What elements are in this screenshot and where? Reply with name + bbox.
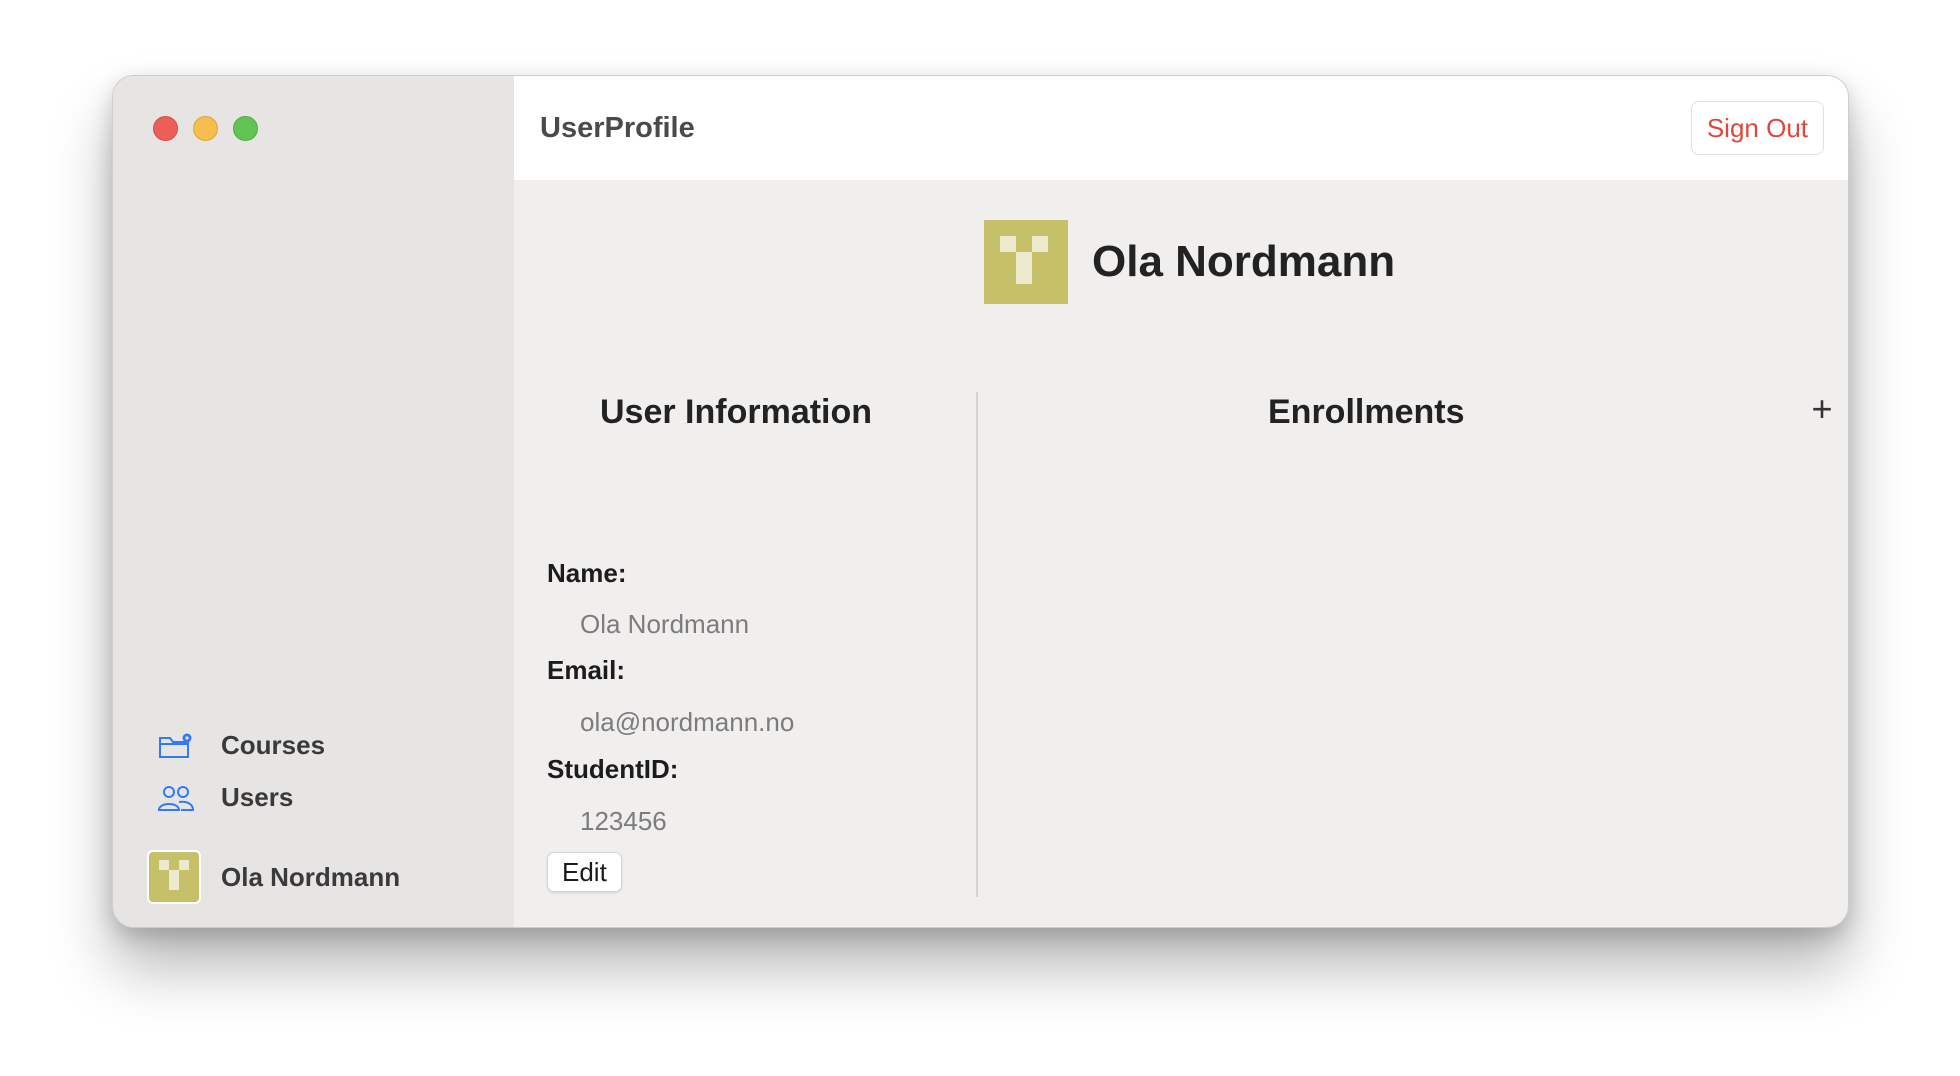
name-value: Ola Nordmann (580, 609, 750, 639)
enrollments-heading: Enrollments (1268, 393, 1465, 431)
profile-header: Ola Nordmann (984, 220, 1395, 304)
window-title: UserProfile (540, 112, 695, 144)
minimize-window-button[interactable] (193, 116, 218, 141)
sidebar-item-users[interactable]: Users (157, 782, 293, 813)
sidebar: Courses Users Ola Nordmann (113, 76, 514, 927)
sign-out-button[interactable]: Sign Out (1690, 101, 1824, 155)
email-value: ola@nordmann.no (580, 707, 795, 737)
window-controls (153, 116, 258, 141)
student-id-label: StudentID: (547, 754, 679, 784)
folder-gear-icon (159, 733, 192, 758)
column-divider (976, 392, 978, 897)
avatar (984, 220, 1068, 304)
app-window: Courses Users Ola Nordmann UserProfile S… (112, 75, 1849, 928)
sidebar-item-label: Users (221, 782, 294, 812)
main-content: Ola Nordmann User Information Enrollment… (514, 180, 1848, 927)
edit-button[interactable]: Edit (547, 852, 622, 892)
sidebar-profile[interactable]: Ola Nordmann (147, 850, 400, 904)
sidebar-profile-name: Ola Nordmann (221, 861, 401, 892)
add-enrollment-button[interactable]: + (1804, 389, 1840, 429)
sidebar-item-label: Courses (221, 730, 326, 760)
student-id-value: 123456 (580, 806, 667, 836)
close-window-button[interactable] (153, 116, 178, 141)
name-label: Name: (547, 558, 627, 588)
avatar (147, 850, 201, 904)
zoom-window-button[interactable] (233, 116, 258, 141)
users-icon (157, 785, 195, 811)
sidebar-item-courses[interactable]: Courses (157, 730, 325, 761)
email-label: Email: (547, 655, 626, 685)
page-title: Ola Nordmann (1092, 237, 1396, 286)
toolbar: UserProfile Sign Out (514, 76, 1848, 180)
user-information-heading: User Information (600, 393, 873, 431)
